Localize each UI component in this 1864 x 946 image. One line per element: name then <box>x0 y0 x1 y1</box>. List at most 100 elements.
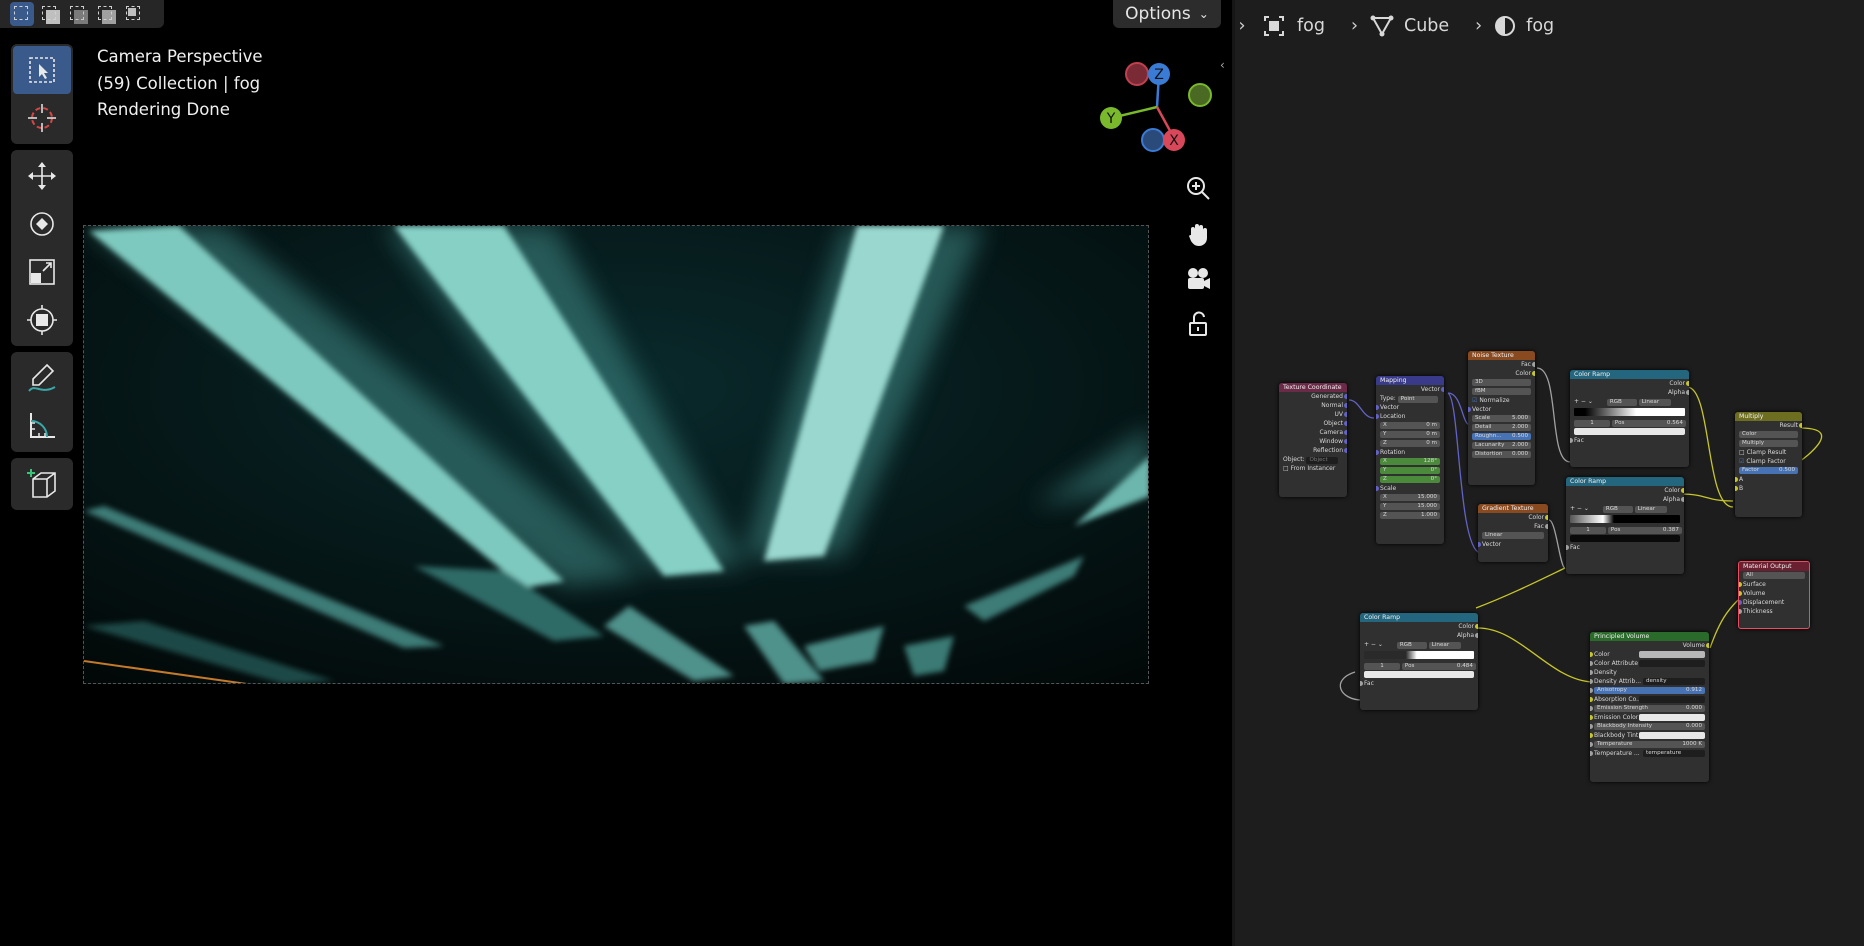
pv-absorption[interactable]: Absorption Co... <box>1590 695 1709 704</box>
from-instancer-checkbox[interactable]: □ From Instancer <box>1279 464 1347 473</box>
noise-type-dropdown[interactable]: fBM <box>1472 388 1531 395</box>
noise-lacunarity[interactable]: Lacunarity 2.000 <box>1472 442 1531 449</box>
color-ramp-gradient[interactable] <box>1364 651 1474 659</box>
clamp-factor-checkbox[interactable]: ☑ Clamp Factor <box>1735 457 1802 466</box>
node-noise-texture[interactable]: Noise Texture Fac Color 3D fBM ☑ Normali… <box>1468 351 1535 485</box>
node-material-output[interactable]: Material Output All Surface Volume Displ… <box>1738 561 1810 629</box>
blend-mode-dropdown[interactable]: Multiply <box>1739 440 1798 447</box>
pv-color[interactable]: Color <box>1590 650 1709 659</box>
ramp-stop-color[interactable] <box>1574 428 1685 435</box>
socket-rotation[interactable]: Rotation <box>1376 448 1444 457</box>
noise-roughness[interactable]: Roughn... 0.500 <box>1472 433 1531 440</box>
socket-displacement-in[interactable]: Displacement <box>1739 598 1809 607</box>
mix-type-dropdown[interactable]: Color <box>1739 431 1798 438</box>
pv-temperature-attribute[interactable]: Temperature ... temperature <box>1590 749 1709 758</box>
socket-alpha-out[interactable]: Alpha <box>1566 495 1684 504</box>
ramp-stop-color[interactable] <box>1364 671 1474 678</box>
location-x[interactable]: X0 m <box>1380 422 1440 429</box>
color-ramp-gradient[interactable] <box>1574 408 1685 416</box>
noise-distortion[interactable]: Distortion 0.000 <box>1472 451 1531 458</box>
noise-dimensions-dropdown[interactable]: 3D <box>1472 379 1531 386</box>
node-multiply[interactable]: Multiply Result Color Multiply □ Clamp R… <box>1735 412 1802 517</box>
location-y[interactable]: Y0 m <box>1380 431 1440 438</box>
scale-x[interactable]: X 15.000 <box>1380 494 1440 501</box>
mapping-type[interactable]: Type: Point <box>1376 394 1444 403</box>
rotation-y[interactable]: Y 0° <box>1380 467 1440 474</box>
socket-fac-in[interactable]: Fac <box>1570 436 1689 445</box>
socket-camera[interactable]: Camera <box>1279 428 1347 437</box>
color-ramp-gradient[interactable] <box>1570 515 1680 523</box>
socket-window[interactable]: Window <box>1279 437 1347 446</box>
rotation-z[interactable]: Z 0° <box>1380 476 1440 483</box>
socket-uv[interactable]: UV <box>1279 410 1347 419</box>
socket-object[interactable]: Object <box>1279 419 1347 428</box>
ramp-index[interactable]: 1 <box>1570 527 1606 534</box>
socket-surface-in[interactable]: Surface <box>1739 580 1809 589</box>
node-links <box>1339 367 1823 701</box>
socket-color-out[interactable]: Color <box>1360 622 1478 631</box>
socket-color-out[interactable]: Color <box>1566 486 1684 495</box>
gradient-type-dropdown[interactable]: Linear <box>1482 532 1544 539</box>
pv-anisotropy[interactable]: Anisotropy 0.912 <box>1594 687 1705 694</box>
socket-a-in[interactable]: A <box>1735 475 1802 484</box>
ramp-pos[interactable]: Pos 0.564 <box>1611 420 1686 427</box>
socket-fac-out[interactable]: Fac <box>1468 360 1535 369</box>
ramp-stop-color[interactable] <box>1570 535 1680 542</box>
socket-b-in[interactable]: B <box>1735 484 1802 493</box>
ramp-controls[interactable]: + − ⌄ RGB Linear <box>1360 640 1478 649</box>
socket-vector-out[interactable]: Vector <box>1376 385 1444 394</box>
node-principled-volume[interactable]: Principled Volume Volume Color Color Att… <box>1590 632 1709 782</box>
ramp-controls[interactable]: + − ⌄ RGB Linear <box>1570 397 1689 406</box>
socket-fac-in[interactable]: Fac <box>1360 679 1478 688</box>
socket-vector-in[interactable]: Vector <box>1376 403 1444 412</box>
pv-temperature[interactable]: Temperature 1000 K <box>1594 741 1705 748</box>
node-gradient-texture[interactable]: Gradient Texture Color Fac Linear Vector <box>1478 504 1548 562</box>
socket-volume-out[interactable]: Volume <box>1590 641 1709 650</box>
socket-vector-in[interactable]: Vector <box>1468 405 1535 414</box>
noise-detail[interactable]: Detail 2.000 <box>1472 424 1531 431</box>
ramp-pos[interactable]: Pos 0.484 <box>1401 663 1476 670</box>
object-picker[interactable]: Object: Object <box>1279 455 1347 464</box>
socket-alpha-out[interactable]: Alpha <box>1360 631 1478 640</box>
socket-color-out[interactable]: Color <box>1468 369 1535 378</box>
socket-result-out[interactable]: Result <box>1735 421 1802 430</box>
socket-fac-in[interactable]: Fac <box>1566 543 1684 552</box>
socket-fac-out[interactable]: Fac <box>1478 522 1548 531</box>
socket-generated[interactable]: Generated <box>1279 392 1347 401</box>
socket-color-out[interactable]: Color <box>1478 513 1548 522</box>
node-color-ramp-3[interactable]: Color Ramp Color Alpha + − ⌄ RGB Linear … <box>1360 613 1478 710</box>
noise-scale[interactable]: Scale 5.000 <box>1472 415 1531 422</box>
pv-emission-color[interactable]: Emission Color <box>1590 713 1709 722</box>
factor-slider[interactable]: Factor 0.500 <box>1739 467 1798 474</box>
ramp-pos[interactable]: Pos 0.387 <box>1607 527 1682 534</box>
normalize-checkbox[interactable]: ☑ Normalize <box>1468 396 1535 405</box>
node-color-ramp-2[interactable]: Color Ramp Color Alpha + − ⌄ RGB Linear … <box>1566 477 1684 574</box>
socket-vector-in[interactable]: Vector <box>1478 540 1548 549</box>
node-mapping[interactable]: Mapping Vector Type: Point Vector Locati… <box>1376 376 1444 544</box>
location-z[interactable]: Z0 m <box>1380 440 1440 447</box>
socket-alpha-out[interactable]: Alpha <box>1570 388 1689 397</box>
socket-normal[interactable]: Normal <box>1279 401 1347 410</box>
pv-density[interactable]: Density <box>1590 668 1709 677</box>
scale-z[interactable]: Z 1.000 <box>1380 512 1440 519</box>
node-texture-coordinate[interactable]: Texture Coordinate Generated Normal UV O… <box>1279 383 1347 497</box>
node-color-ramp-1[interactable]: Color Ramp Color Alpha + − ⌄ RGB Linear … <box>1570 370 1689 467</box>
rotation-x[interactable]: X 128° <box>1380 458 1440 465</box>
pv-blackbody-intensity[interactable]: Blackbody Intensity 0.000 <box>1594 723 1705 730</box>
socket-reflection[interactable]: Reflection <box>1279 446 1347 455</box>
pv-blackbody-tint[interactable]: Blackbody Tint <box>1590 731 1709 740</box>
ramp-index[interactable]: 1 <box>1574 420 1610 427</box>
pv-color-attribute[interactable]: Color Attribute <box>1590 659 1709 668</box>
pv-density-attribute[interactable]: Density Attrib... density <box>1590 677 1709 686</box>
clamp-result-checkbox[interactable]: □ Clamp Result <box>1735 448 1802 457</box>
socket-location[interactable]: Location <box>1376 412 1444 421</box>
socket-scale[interactable]: Scale <box>1376 484 1444 493</box>
socket-color-out[interactable]: Color <box>1570 379 1689 388</box>
scale-y[interactable]: Y 15.000 <box>1380 503 1440 510</box>
socket-thickness-in[interactable]: Thickness <box>1739 607 1809 616</box>
ramp-controls[interactable]: + − ⌄ RGB Linear <box>1566 504 1684 513</box>
ramp-index[interactable]: 1 <box>1364 663 1400 670</box>
socket-volume-in[interactable]: Volume <box>1739 589 1809 598</box>
output-target-dropdown[interactable]: All <box>1743 572 1805 579</box>
pv-emission-strength[interactable]: Emission Strength 0.000 <box>1594 705 1705 712</box>
